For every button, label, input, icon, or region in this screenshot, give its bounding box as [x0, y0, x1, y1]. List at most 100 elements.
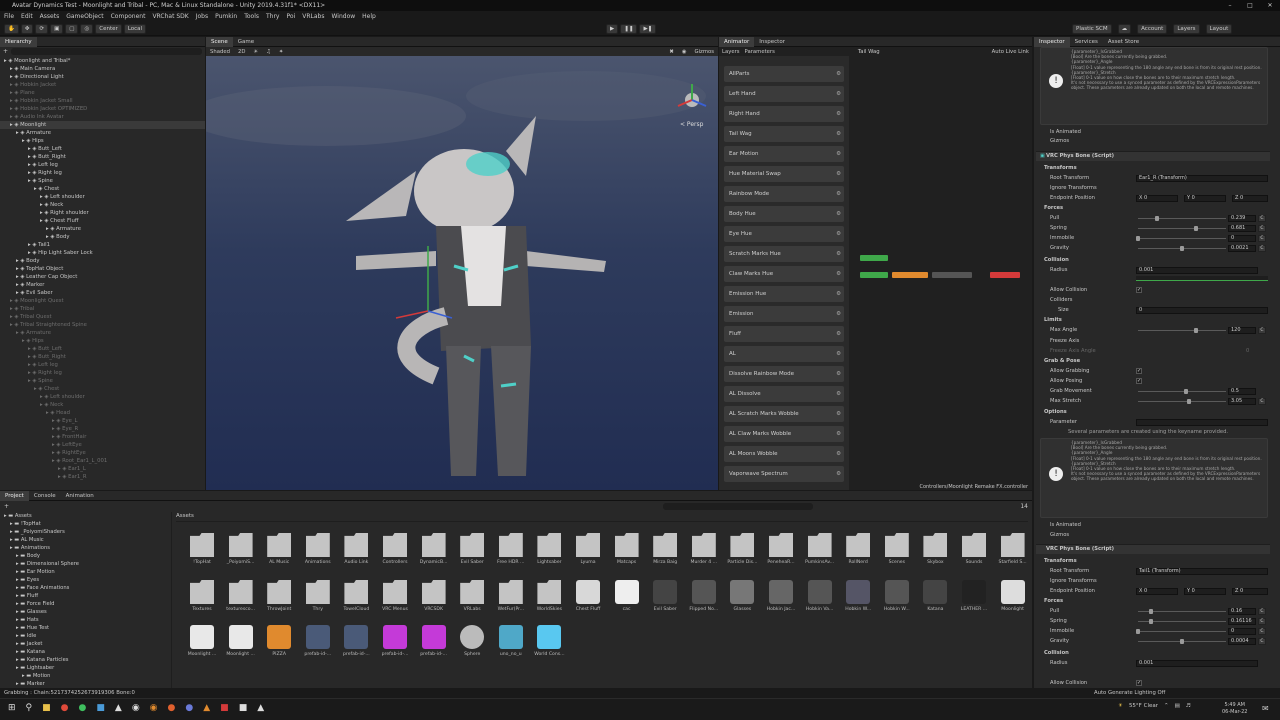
menu-window[interactable]: Window: [331, 13, 355, 20]
lighting-icon[interactable]: ☀: [253, 49, 258, 55]
immobile-curve-button[interactable]: C: [1258, 235, 1266, 242]
spring-slider[interactable]: [1138, 228, 1226, 229]
spring-value[interactable]: 0.16116: [1228, 618, 1256, 625]
layers-dropdown[interactable]: Layers: [1173, 24, 1200, 34]
parameter-field[interactable]: [1136, 419, 1268, 426]
pull-value[interactable]: 0.16: [1228, 608, 1256, 615]
project-folder-item[interactable]: ▸ ▬ Marker: [0, 680, 171, 688]
hierarchy-item[interactable]: ▸ ◈ Marker: [0, 281, 205, 289]
local-toggle[interactable]: Local: [123, 24, 147, 34]
max-angle-slider[interactable]: [1138, 330, 1226, 331]
parameter-gear-icon[interactable]: ⚙: [836, 326, 841, 342]
asset-item[interactable]: Chest Fluff: [569, 580, 607, 612]
pull-curve-button[interactable]: C: [1258, 608, 1266, 615]
effects-icon[interactable]: ✦: [279, 49, 283, 55]
parameter-item[interactable]: Emission Hue ⚙: [724, 286, 844, 302]
asset-item[interactable]: Evil Saber: [646, 580, 684, 612]
colliders-size-field[interactable]: 0: [1136, 307, 1268, 314]
hierarchy-search-input[interactable]: [11, 48, 202, 55]
tray-chevron-icon[interactable]: ⌃: [1164, 703, 1169, 709]
clock-time[interactable]: 5:49 AM: [1222, 702, 1247, 709]
parameter-item[interactable]: Tail Wag ⚙: [724, 126, 844, 142]
parameter-item[interactable]: AL ⚙: [724, 346, 844, 362]
project-folder-item[interactable]: ▸ ▬ _PoiyomiShaders: [0, 528, 171, 536]
hierarchy-item[interactable]: ▸ ◈ Moonlight Quest: [0, 297, 205, 305]
hierarchy-item[interactable]: ▸ ◈ Hips: [0, 337, 205, 345]
hierarchy-item[interactable]: ▸ ◈ Left shoulder: [0, 393, 205, 401]
asset-item[interactable]: World Cons...: [530, 625, 568, 657]
project-folder-item[interactable]: ▸ ▬ Face Animations: [0, 584, 171, 592]
parameter-item[interactable]: Claw Marks Hue ⚙: [724, 266, 844, 282]
parameter-gear-icon[interactable]: ⚙: [836, 246, 841, 262]
lighting-status[interactable]: Auto Generate Lighting Off: [1094, 688, 1165, 698]
project-folder-item[interactable]: ▸ ▬ Lightsaber: [0, 664, 171, 672]
endpoint-z-field[interactable]: Z 0: [1232, 195, 1268, 202]
hierarchy-item[interactable]: ▸ ◈ Neck: [0, 201, 205, 209]
tools-icon[interactable]: ✖: [669, 49, 673, 55]
asset-item[interactable]: VRCSDK: [415, 580, 453, 612]
max-stretch-curve-button[interactable]: C: [1258, 398, 1266, 405]
project-folder-item[interactable]: ▸ ▬ Hue Test: [0, 624, 171, 632]
hierarchy-item[interactable]: ▸ ◈ Spine: [0, 177, 205, 185]
parameter-item[interactable]: Eye Hue ⚙: [724, 226, 844, 242]
hierarchy-item[interactable]: ▸ ◈ Right leg: [0, 369, 205, 377]
hierarchy-item[interactable]: ▸ ◈ Tribal Straightened Spine: [0, 321, 205, 329]
pull-slider-handle[interactable]: [1149, 609, 1154, 614]
asset-item[interactable]: Free HDR ...: [492, 533, 530, 565]
hierarchy-item[interactable]: ▸ ◈ Body: [0, 233, 205, 241]
plastic-scm-button[interactable]: Plastic SCM: [1072, 24, 1112, 34]
parameter-item[interactable]: Right Hand ⚙: [724, 106, 844, 122]
obs-icon[interactable]: ◉: [132, 703, 140, 713]
asset-item[interactable]: Glasses: [723, 580, 761, 612]
exit-state[interactable]: [990, 272, 1020, 278]
hierarchy-item[interactable]: ▸ ◈ Hobkin Jacket Small: [0, 97, 205, 105]
center-toggle[interactable]: Center: [95, 24, 122, 34]
menu-vrchat-sdk[interactable]: VRChat SDK: [152, 13, 188, 20]
hierarchy-item[interactable]: ▸ ◈ Chest Fluff: [0, 217, 205, 225]
parameter-item[interactable]: AL Claw Marks Wobble ⚙: [724, 426, 844, 442]
parameter-gear-icon[interactable]: ⚙: [836, 226, 841, 242]
tab-console[interactable]: Console: [29, 491, 61, 501]
component-title[interactable]: VRC Phys Bone (Script): [1046, 545, 1114, 554]
rect-tool-icon[interactable]: ▢: [65, 24, 79, 34]
endpoint-x-field[interactable]: X 0: [1136, 588, 1178, 595]
project-folder-item[interactable]: ▸ ▬ Eyes: [0, 576, 171, 584]
pull-curve-button[interactable]: C: [1258, 215, 1266, 222]
asset-item[interactable]: ThrowJoint: [260, 580, 298, 612]
windows-start-icon[interactable]: ⊞: [8, 703, 16, 713]
hierarchy-item[interactable]: ▸ ◈ Tribal: [0, 305, 205, 313]
spring-curve-button[interactable]: C: [1258, 618, 1266, 625]
immobile-slider[interactable]: [1138, 238, 1226, 239]
hierarchy-item[interactable]: ▸ ◈ Left leg: [0, 361, 205, 369]
tab-asset-store[interactable]: Asset Store: [1103, 37, 1144, 47]
asset-item[interactable]: Hobkin Jac...: [762, 580, 800, 612]
cloud-icon[interactable]: ☁: [1117, 24, 1132, 34]
asset-item[interactable]: Particle Dis...: [723, 533, 761, 565]
parameter-item[interactable]: Dissolve Rainbow Mode ⚙: [724, 366, 844, 382]
parameter-item[interactable]: Left Hand ⚙: [724, 86, 844, 102]
vlc-icon[interactable]: ▲: [203, 703, 210, 713]
move-tool-icon[interactable]: ✥: [20, 24, 34, 34]
project-folder-item[interactable]: ▸ ▬ Motion: [0, 672, 171, 680]
pull-slider[interactable]: [1138, 218, 1226, 219]
hierarchy-item[interactable]: ▸ ◈ Tail1: [0, 241, 205, 249]
tab-scene[interactable]: Scene: [206, 37, 233, 47]
endpoint-z-field[interactable]: Z 0: [1232, 588, 1268, 595]
max-stretch-slider-handle[interactable]: [1187, 399, 1192, 404]
asset-item[interactable]: PIZZA: [260, 625, 298, 657]
hierarchy-item[interactable]: ▸ ◈ Neck: [0, 401, 205, 409]
parameter-item[interactable]: Rainbow Mode ⚙: [724, 186, 844, 202]
gravity-curve-button[interactable]: C: [1258, 638, 1266, 645]
endpoint-y-field[interactable]: Y 0: [1184, 588, 1226, 595]
hierarchy-item[interactable]: ▸ ◈ Hip Light Saber Lock: [0, 249, 205, 257]
allow-collision-checkbox[interactable]: ✓: [1136, 287, 1142, 293]
spring-curve-button[interactable]: C: [1258, 225, 1266, 232]
asset-item[interactable]: Thry: [299, 580, 337, 612]
menu-help[interactable]: Help: [362, 13, 376, 20]
hierarchy-item[interactable]: ▸ ◈ Eye_R: [0, 425, 205, 433]
project-folder-item[interactable]: ▸ ▬ !TopHat: [0, 520, 171, 528]
shading-mode-dropdown[interactable]: Shaded: [210, 49, 230, 55]
parameter-gear-icon[interactable]: ⚙: [836, 166, 841, 182]
hierarchy-item[interactable]: ▸ ◈ Armature: [0, 129, 205, 137]
immobile-slider[interactable]: [1138, 631, 1226, 632]
